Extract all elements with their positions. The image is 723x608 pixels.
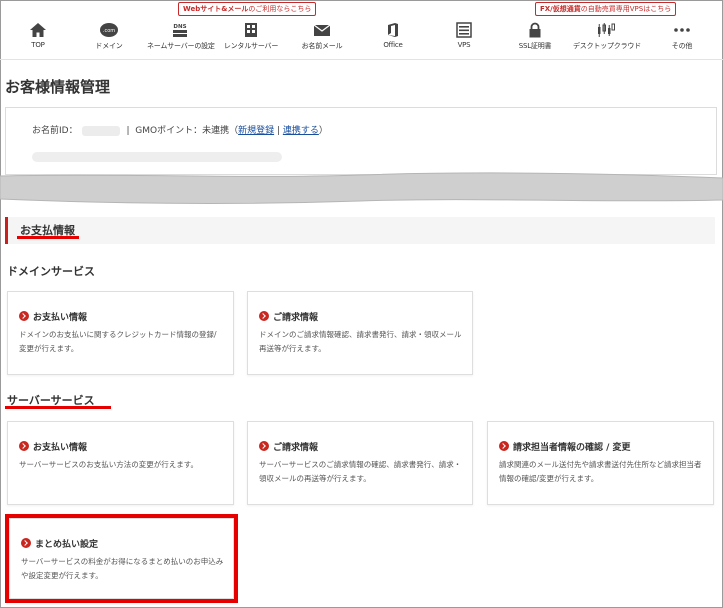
- nav-item-ssl[interactable]: SSL証明書: [502, 22, 568, 56]
- annotation-underline: [5, 406, 111, 409]
- web-mail-promo-link[interactable]: Webサイト&メールのご利用ならこちら: [178, 2, 317, 16]
- arrow-right-icon: [499, 441, 509, 451]
- account-info-box: お名前ID： | GMOポイント：未連携（新規登録 | 連携する）: [5, 107, 717, 175]
- fx-vps-promo-link[interactable]: FX/仮想通貨の自動売買専用VPSはこちら: [535, 2, 677, 16]
- home-icon: [30, 23, 46, 37]
- domain-billing-info-card[interactable]: ご請求情報 ドメインのご請求情報確認、請求書発行、請求・領収メール再送等が行えま…: [247, 291, 473, 375]
- lock-icon: [529, 22, 541, 38]
- register-link[interactable]: 新規登録: [238, 126, 274, 136]
- nav-item-rental-server[interactable]: レンタルサーバー: [218, 22, 284, 56]
- nav-item-office[interactable]: Office: [360, 22, 426, 56]
- server-payment-info-card[interactable]: お支払い情報 サーバーサービスのお支払い方法の変更が行えます。: [7, 421, 234, 505]
- arrow-right-icon: [19, 311, 29, 321]
- domain-service-heading: ドメインサービス: [7, 265, 95, 278]
- redacted-details: [32, 152, 282, 162]
- nav-item-onamae-mail[interactable]: お名前メール: [289, 22, 355, 56]
- dns-icon: DNS: [173, 24, 187, 37]
- arrow-right-icon: [259, 311, 269, 321]
- svg-text:.com: .com: [103, 28, 115, 34]
- billing-contact-card[interactable]: 請求担当者情報の確認 / 変更 請求関連のメール送付先や請求書送付先住所など請求…: [487, 421, 714, 505]
- account-id-line: お名前ID： | GMOポイント：未連携（新規登録 | 連携する）: [32, 125, 328, 136]
- office-icon: [388, 23, 398, 37]
- com-icon: .com: [100, 23, 118, 37]
- server-icon: [245, 23, 257, 37]
- link-account-link[interactable]: 連携する: [283, 126, 319, 136]
- annotation-underline: [17, 236, 79, 239]
- mail-icon: [313, 24, 331, 36]
- nav-item-top[interactable]: TOP: [5, 22, 71, 56]
- nav-item-desktop-cloud[interactable]: デスクトップクラウド: [573, 22, 641, 56]
- chart-icon: [598, 23, 615, 37]
- nav-item-other[interactable]: その他: [649, 22, 715, 56]
- svg-text:DNS: DNS: [173, 24, 186, 30]
- payment-section-header: お支払情報: [5, 217, 715, 244]
- arrow-right-icon: [19, 441, 29, 451]
- more-icon: [674, 28, 690, 32]
- nav-item-domain[interactable]: .com ドメイン: [76, 22, 142, 56]
- top-navigation: Webサイト&メールのご利用ならこちら FX/仮想通貨の自動売買専用VPSはこち…: [0, 0, 723, 60]
- arrow-right-icon: [259, 441, 269, 451]
- nav-item-vps[interactable]: VPS: [431, 22, 497, 56]
- nav-item-nameserver[interactable]: DNS ネームサーバーの設定: [147, 22, 215, 56]
- annotation-highlight-box: [5, 514, 238, 603]
- server-billing-info-card[interactable]: ご請求情報 サーバーサービスのご請求情報の確認、請求書発行、請求・領収メールの再…: [247, 421, 473, 505]
- torn-edge-divider: [0, 172, 723, 204]
- domain-payment-info-card[interactable]: お支払い情報 ドメインのお支払いに関するクレジットカード情報の登録/変更が行えま…: [7, 291, 234, 375]
- vps-icon: [456, 22, 472, 38]
- redacted-id: [81, 125, 120, 136]
- page-title: お客様情報管理: [5, 78, 111, 96]
